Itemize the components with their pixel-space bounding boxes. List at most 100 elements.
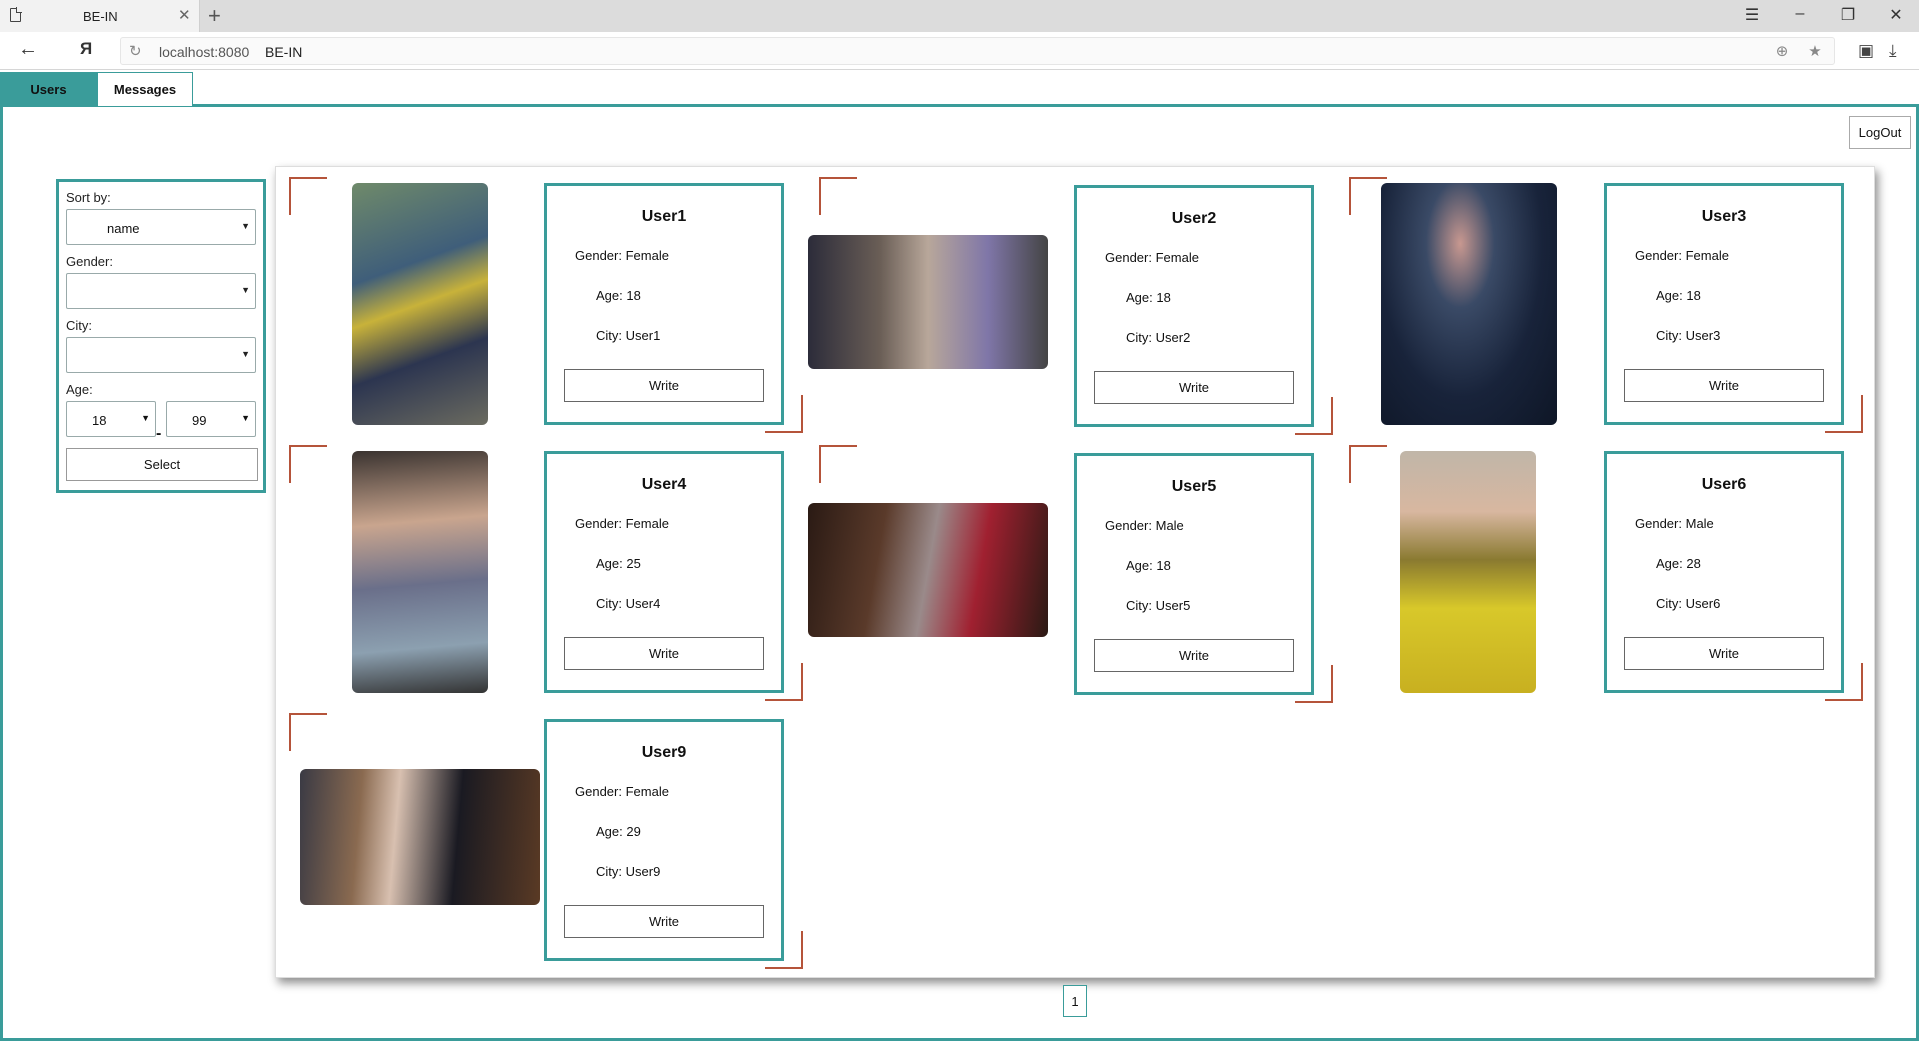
page-button[interactable]: 1: [1063, 985, 1087, 1017]
image-icon[interactable]: ▣: [1858, 41, 1874, 61]
close-window-icon[interactable]: ✕: [1884, 5, 1908, 25]
close-tab-icon[interactable]: ✕: [178, 6, 191, 24]
sort-select[interactable]: name ▼: [66, 209, 256, 245]
write-button[interactable]: Write: [1094, 639, 1294, 672]
age-label: Age:: [66, 382, 93, 397]
minimize-icon[interactable]: –: [1788, 5, 1812, 23]
age-to-value: 99: [192, 413, 207, 428]
user-photo[interactable]: [300, 769, 540, 905]
restore-icon[interactable]: ❐: [1836, 5, 1860, 25]
bookmark-star-icon[interactable]: ★: [1806, 42, 1824, 60]
age-value: 28: [1686, 556, 1701, 571]
gender-key: Gender:: [575, 248, 622, 263]
city-key: City:: [596, 596, 622, 611]
user-card: User1 Gender: Female Age: 18 City: User1…: [544, 183, 784, 425]
user-photo[interactable]: [808, 235, 1048, 369]
gender-key: Gender:: [1105, 250, 1152, 265]
user-cell: User2 Gender: Female Age: 18 City: User2…: [806, 167, 1336, 435]
age-key: Age:: [596, 288, 623, 303]
user-photo[interactable]: [1400, 451, 1536, 693]
sort-label: Sort by:: [66, 190, 111, 205]
select-button[interactable]: Select: [66, 448, 258, 481]
corner-decoration: [1825, 395, 1863, 433]
document-icon: [10, 7, 22, 22]
city-key: City:: [1126, 598, 1152, 613]
age-key: Age:: [1656, 556, 1683, 571]
gender-value: Male: [1155, 518, 1184, 533]
corner-decoration: [289, 177, 327, 215]
gender-row: Gender: Female: [575, 516, 669, 531]
city-key: City:: [596, 328, 622, 343]
city-value: User9: [625, 864, 661, 879]
age-key: Age:: [596, 824, 623, 839]
user-card: User3 Gender: Female Age: 18 City: User3…: [1604, 183, 1844, 425]
browser-tabbar: BE-IN ✕ + ☰ – ❐ ✕: [0, 0, 1919, 32]
chevron-down-icon: ▼: [241, 349, 250, 359]
write-button[interactable]: Write: [1094, 371, 1294, 404]
back-arrow-icon[interactable]: ←: [18, 38, 38, 61]
browser-tab[interactable]: BE-IN ✕: [0, 0, 200, 32]
user-cell: User1 Gender: Female Age: 18 City: User1…: [276, 167, 806, 435]
corner-decoration: [819, 177, 857, 215]
filter-panel: Sort by: name ▼ Gender: ▼ City: ▼ Age: 1…: [56, 179, 266, 493]
age-value: 29: [626, 824, 641, 839]
user-card: User2 Gender: Female Age: 18 City: User2…: [1074, 185, 1314, 427]
new-tab-icon[interactable]: +: [208, 3, 221, 29]
user-name: User2: [1171, 210, 1217, 227]
translate-icon[interactable]: ⊕: [1773, 42, 1791, 60]
yandex-icon[interactable]: Я: [80, 39, 92, 59]
corner-decoration: [1349, 445, 1387, 483]
reload-icon[interactable]: ↻: [129, 42, 142, 60]
age-row: Age: 28: [1656, 556, 1701, 571]
age-value: 18: [1156, 290, 1171, 305]
city-select[interactable]: ▼: [66, 337, 256, 373]
city-label: City:: [66, 318, 92, 333]
corner-decoration: [765, 663, 803, 701]
sort-select-value: name: [107, 221, 140, 236]
gender-value: Male: [1685, 516, 1714, 531]
gender-value: Female: [625, 248, 669, 263]
user-cell: User6 Gender: Male Age: 28 City: User6 W…: [1336, 435, 1866, 703]
user-grid: User1 Gender: Female Age: 18 City: User1…: [275, 166, 1875, 978]
corner-decoration: [289, 713, 327, 751]
address-bar: ← Я ↻ localhost:8080 BE-IN ⊕ ★ ▣ ⤓: [0, 32, 1919, 70]
city-value: User6: [1685, 596, 1721, 611]
write-button[interactable]: Write: [564, 637, 764, 670]
user-name: User5: [1171, 478, 1217, 495]
logout-button[interactable]: LogOut: [1849, 116, 1911, 149]
age-from-select[interactable]: 18 ▼: [66, 401, 156, 437]
user-photo[interactable]: [352, 183, 488, 425]
user-photo[interactable]: [808, 503, 1048, 637]
write-button[interactable]: Write: [1624, 637, 1824, 670]
tab-users[interactable]: Users: [0, 72, 97, 106]
corner-decoration: [1295, 397, 1333, 435]
corner-decoration: [1295, 665, 1333, 703]
user-photo[interactable]: [1381, 183, 1557, 425]
write-button[interactable]: Write: [564, 905, 764, 938]
user-name: User1: [641, 208, 687, 225]
user-card: User6 Gender: Male Age: 28 City: User6 W…: [1604, 451, 1844, 693]
download-icon[interactable]: ⤓: [1889, 41, 1897, 61]
gender-select[interactable]: ▼: [66, 273, 256, 309]
tab-messages[interactable]: Messages: [97, 72, 193, 106]
user-photo[interactable]: [352, 451, 488, 693]
age-value: 25: [626, 556, 641, 571]
chevron-down-icon: ▼: [141, 413, 150, 423]
write-button[interactable]: Write: [564, 369, 764, 402]
city-row: City: User9: [596, 864, 660, 879]
gender-key: Gender:: [1635, 516, 1682, 531]
age-key: Age:: [1656, 288, 1683, 303]
write-button[interactable]: Write: [1624, 369, 1824, 402]
gender-key: Gender:: [1105, 518, 1152, 533]
gender-key: Gender:: [1635, 248, 1682, 263]
gender-row: Gender: Female: [575, 248, 669, 263]
age-to-select[interactable]: 99 ▼: [166, 401, 256, 437]
gender-value: Female: [1685, 248, 1729, 263]
user-cell: User4 Gender: Female Age: 25 City: User4…: [276, 435, 806, 703]
menu-icon[interactable]: ☰: [1740, 5, 1764, 25]
url-field[interactable]: ↻ localhost:8080 BE-IN ⊕ ★: [120, 37, 1835, 65]
city-row: City: User3: [1656, 328, 1720, 343]
url-page-title: BE-IN: [265, 44, 303, 60]
corner-decoration: [289, 445, 327, 483]
age-row: Age: 18: [596, 288, 641, 303]
